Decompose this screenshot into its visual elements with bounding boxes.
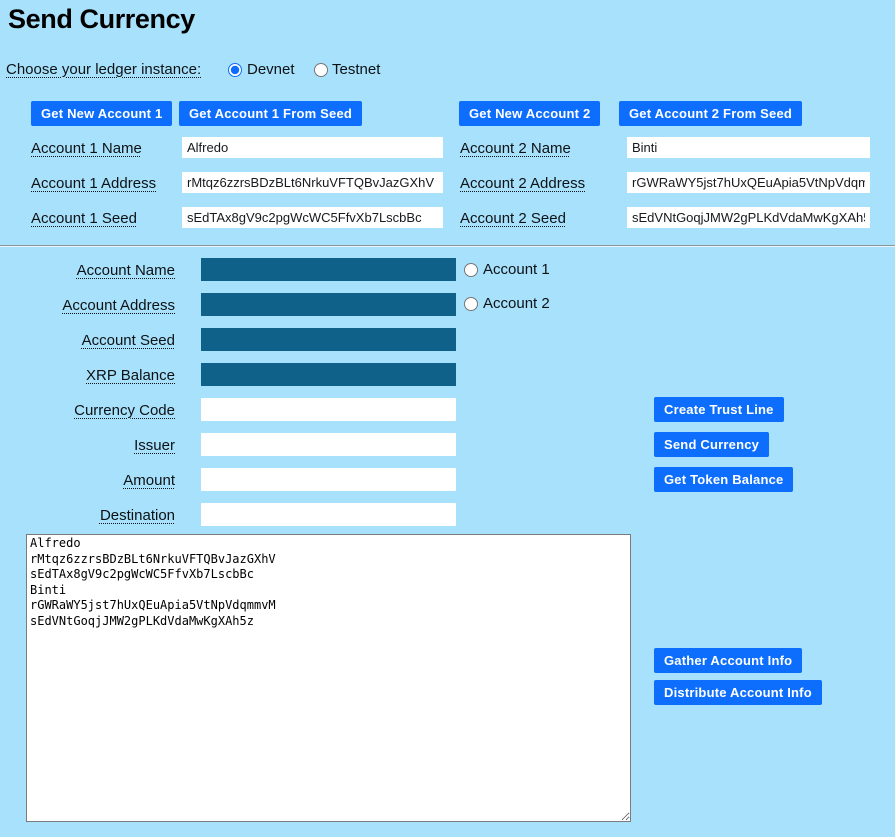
account2-name-input[interactable] bbox=[627, 137, 870, 158]
account-seed-label: Account Seed bbox=[0, 332, 175, 349]
get-account2-from-seed-button[interactable]: Get Account 2 From Seed bbox=[619, 101, 802, 126]
account2-name-label: Account 2 Name bbox=[460, 140, 571, 157]
destination-input[interactable] bbox=[201, 503, 456, 526]
destination-label: Destination bbox=[0, 507, 175, 524]
account1-name-input[interactable] bbox=[182, 137, 443, 158]
ledger-instance-label: Choose your ledger instance: bbox=[6, 61, 201, 78]
account-address-field[interactable] bbox=[201, 293, 456, 316]
account2-seed-input[interactable] bbox=[627, 207, 870, 228]
page-title: Send Currency bbox=[8, 4, 195, 35]
account2-select-label[interactable]: Account 2 bbox=[483, 295, 550, 312]
account-address-label: Account Address bbox=[0, 297, 175, 314]
account1-address-input[interactable] bbox=[182, 172, 443, 193]
account1-name-label: Account 1 Name bbox=[31, 140, 142, 157]
account1-seed-label: Account 1 Seed bbox=[31, 210, 137, 227]
testnet-radio-label[interactable]: Testnet bbox=[332, 61, 380, 78]
account1-select-radio[interactable] bbox=[464, 263, 478, 277]
amount-label: Amount bbox=[0, 472, 175, 489]
amount-input[interactable] bbox=[201, 468, 456, 491]
issuer-input[interactable] bbox=[201, 433, 456, 456]
account2-select-radio[interactable] bbox=[464, 297, 478, 311]
get-account1-from-seed-button[interactable]: Get Account 1 From Seed bbox=[179, 101, 362, 126]
create-trust-line-button[interactable]: Create Trust Line bbox=[654, 397, 784, 422]
send-currency-page: Send Currency Choose your ledger instanc… bbox=[0, 0, 895, 837]
account-name-field[interactable] bbox=[201, 258, 456, 281]
account-seed-field[interactable] bbox=[201, 328, 456, 351]
account1-select-label[interactable]: Account 1 bbox=[483, 261, 550, 278]
account1-seed-input[interactable] bbox=[182, 207, 443, 228]
currency-code-input[interactable] bbox=[201, 398, 456, 421]
account-info-textarea[interactable]: Alfredo rMtqz6zzrsBDzBLt6NrkuVFTQBvJazGX… bbox=[26, 534, 631, 822]
get-new-account2-button[interactable]: Get New Account 2 bbox=[459, 101, 600, 126]
xrp-balance-field[interactable] bbox=[201, 363, 456, 386]
gather-account-info-button[interactable]: Gather Account Info bbox=[654, 648, 802, 673]
devnet-radio[interactable] bbox=[228, 63, 242, 77]
account2-address-label: Account 2 Address bbox=[460, 175, 585, 192]
devnet-radio-label[interactable]: Devnet bbox=[247, 61, 295, 78]
get-token-balance-button[interactable]: Get Token Balance bbox=[654, 467, 793, 492]
account2-address-input[interactable] bbox=[627, 172, 870, 193]
send-currency-button[interactable]: Send Currency bbox=[654, 432, 769, 457]
section-divider bbox=[0, 245, 895, 247]
account-name-label: Account Name bbox=[0, 262, 175, 279]
account2-seed-label: Account 2 Seed bbox=[460, 210, 566, 227]
testnet-radio[interactable] bbox=[314, 63, 328, 77]
xrp-balance-label: XRP Balance bbox=[0, 367, 175, 384]
account1-address-label: Account 1 Address bbox=[31, 175, 156, 192]
distribute-account-info-button[interactable]: Distribute Account Info bbox=[654, 680, 822, 705]
issuer-label: Issuer bbox=[0, 437, 175, 454]
currency-code-label: Currency Code bbox=[0, 402, 175, 419]
get-new-account1-button[interactable]: Get New Account 1 bbox=[31, 101, 172, 126]
